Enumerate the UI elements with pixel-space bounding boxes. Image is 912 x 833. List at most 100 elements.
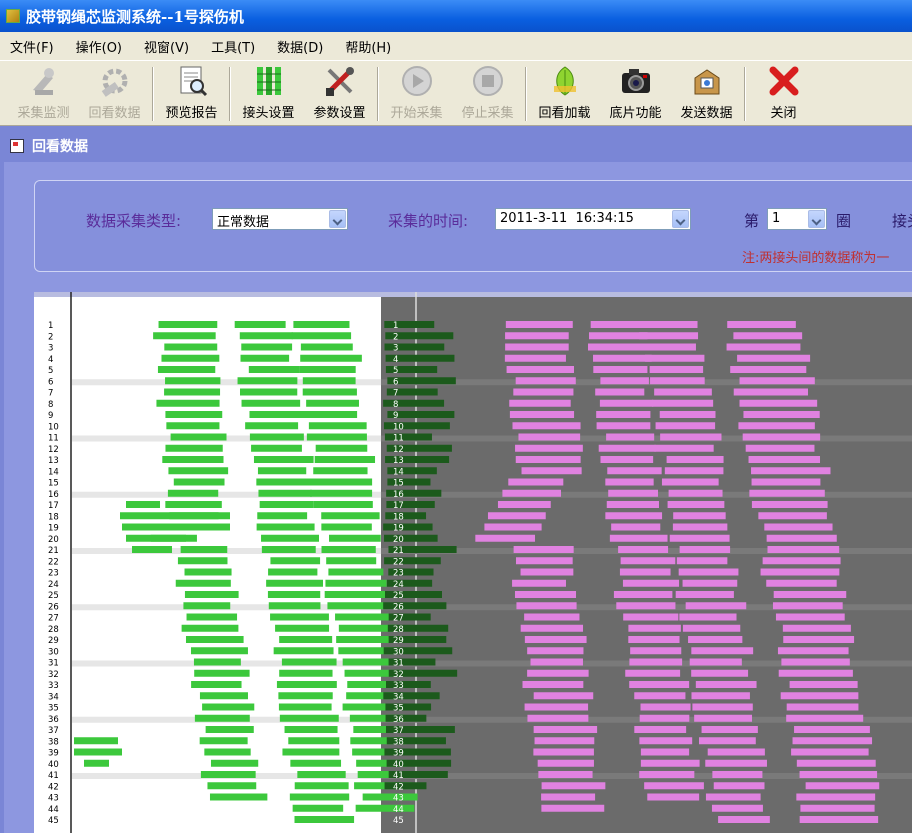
pink-bar — [792, 737, 873, 745]
green-bar — [284, 726, 338, 733]
parameter-settings-button[interactable]: 参数设置 — [304, 63, 375, 125]
row-label: 27 — [393, 614, 404, 624]
pink-bar — [629, 658, 683, 666]
pink-bar — [751, 478, 821, 486]
green-bar — [165, 411, 223, 418]
pink-bar — [775, 613, 845, 621]
pink-bar — [475, 534, 536, 542]
pink-bar — [502, 489, 561, 497]
green-bar — [273, 647, 334, 655]
time-select[interactable]: 2011-3-11 16:34:15 — [495, 208, 691, 230]
row-label: 37 — [48, 726, 59, 736]
row-label: 6 — [48, 377, 53, 387]
stop-capture-button[interactable]: 停止采集 — [452, 63, 523, 125]
report-preview-button[interactable]: 预览报告 — [156, 63, 227, 125]
green-bar — [297, 771, 346, 778]
row-label: 34 — [48, 692, 59, 702]
pink-bar — [737, 354, 811, 362]
row-label: 26 — [393, 602, 404, 612]
pink-bar — [654, 444, 714, 452]
menu-file[interactable]: 文件(F) — [10, 37, 54, 56]
film-button[interactable]: 底片功能 — [600, 63, 671, 125]
row-label: 41 — [48, 771, 59, 781]
pink-bar — [639, 771, 695, 778]
pink-bar — [705, 793, 761, 801]
pink-bar — [718, 816, 770, 823]
type-select[interactable]: 正常数据 — [212, 208, 348, 230]
pink-bar — [649, 366, 704, 373]
time-select-value: 2011-3-11 16:34:15 — [500, 211, 634, 226]
pink-bar — [512, 422, 581, 430]
green-bar — [299, 366, 356, 373]
pink-bar — [628, 636, 680, 643]
pink-bar — [619, 568, 671, 576]
menu-operate[interactable]: 操作(O) — [76, 37, 122, 56]
dark-green-bar — [384, 782, 427, 790]
pink-bar — [639, 737, 693, 745]
green-bar — [294, 816, 355, 823]
row-label: 22 — [393, 557, 404, 567]
pink-bar — [616, 602, 676, 610]
pink-bar — [676, 557, 728, 565]
close-icon — [767, 64, 801, 98]
leaf-load-icon — [548, 64, 582, 98]
green-bar — [248, 366, 300, 373]
pink-bar — [515, 377, 576, 385]
round-select[interactable]: 1 — [767, 208, 827, 230]
pink-bar — [622, 579, 680, 587]
pink-bar — [613, 591, 673, 598]
menu-tools[interactable]: 工具(T) — [211, 37, 255, 56]
green-bar — [191, 681, 242, 688]
start-capture-button[interactable]: 开始采集 — [381, 63, 452, 125]
pink-bar — [668, 489, 723, 497]
row-label: 33 — [393, 681, 404, 691]
chevron-down-icon[interactable] — [808, 210, 825, 228]
row-label: 28 — [393, 625, 404, 635]
row-label: 4 — [48, 355, 53, 365]
round-suffix: 圈 — [836, 212, 852, 230]
menu-help[interactable]: 帮助(H) — [345, 37, 391, 56]
chevron-down-icon[interactable] — [672, 210, 689, 228]
green-bar — [268, 568, 318, 576]
green-bar — [321, 512, 380, 520]
row-label: 36 — [48, 715, 59, 725]
pink-bar — [533, 726, 598, 733]
playback-button[interactable]: 回看数据 — [79, 63, 150, 125]
row-label: 12 — [48, 445, 59, 455]
pink-bar — [764, 523, 833, 531]
pink-bar — [640, 703, 691, 711]
green-bar — [257, 467, 307, 475]
close-label: 关闭 — [770, 106, 797, 121]
green-bar — [321, 546, 376, 553]
green-bar — [120, 512, 230, 520]
row-label: 44 — [48, 805, 59, 815]
monitor-button[interactable]: 采集监测 — [8, 63, 79, 125]
green-bar — [261, 534, 320, 542]
green-bar — [181, 624, 239, 632]
pink-bar — [727, 321, 796, 328]
row-label: 3 — [393, 344, 398, 354]
green-bar — [279, 669, 333, 677]
row-label: 36 — [393, 715, 404, 725]
pink-bar — [799, 771, 878, 778]
row-label: 23 — [48, 569, 59, 579]
pink-bar — [505, 343, 569, 351]
pink-bar — [509, 411, 575, 418]
pink-bar — [800, 804, 875, 812]
menu-view[interactable]: 视窗(V) — [144, 37, 189, 56]
send-data-button[interactable]: 发送数据 — [671, 63, 742, 125]
green-bar — [245, 422, 299, 430]
chevron-down-icon[interactable] — [329, 210, 346, 228]
menu-data[interactable]: 数据(D) — [277, 37, 323, 56]
green-bar — [326, 557, 377, 565]
pink-bar — [691, 647, 754, 655]
dark-green-bar — [385, 714, 427, 722]
row-label: 41 — [393, 771, 404, 781]
pink-bar — [689, 658, 742, 666]
close-button[interactable]: 关闭 — [748, 63, 819, 125]
green-bar — [177, 557, 228, 565]
green-bar — [200, 771, 256, 778]
joint-settings-button[interactable]: 接头设置 — [233, 63, 304, 125]
dark-green-bar — [385, 512, 427, 520]
playback-load-button[interactable]: 回看加载 — [529, 63, 600, 125]
